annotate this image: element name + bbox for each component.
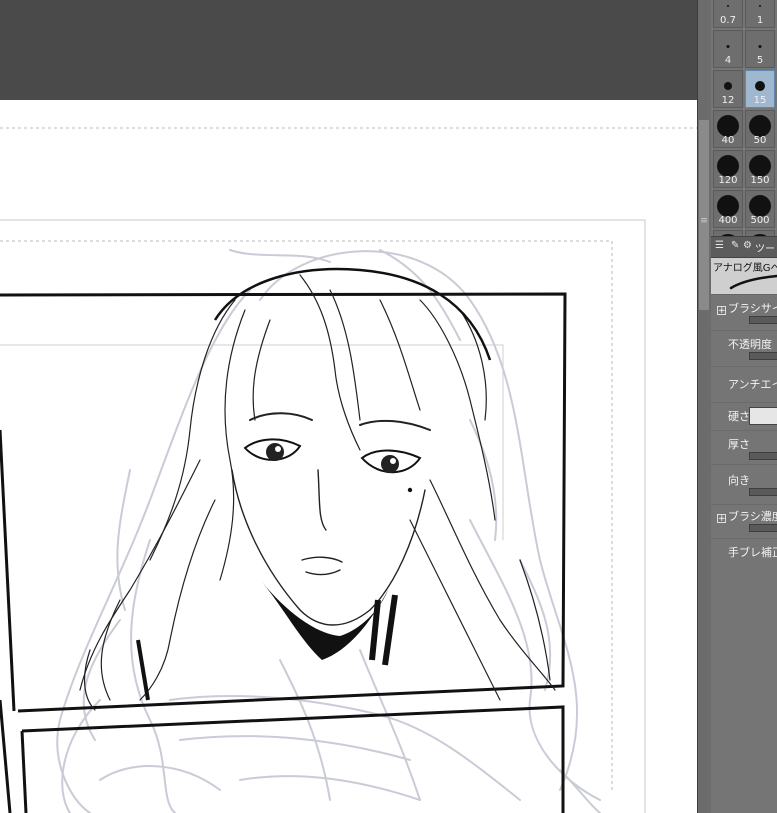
gear-icon[interactable]: ⚙ <box>743 240 752 251</box>
vertical-scrollbar[interactable]: ≡ <box>697 0 711 813</box>
brush-size-label: 1 <box>756 15 764 26</box>
prop-label: ブラシサイズ <box>728 302 777 315</box>
panel-menu-icon[interactable]: ☰ <box>715 240 724 251</box>
brush-size-label: 5 <box>756 55 764 66</box>
prop-antialiasing[interactable]: アンチエイリアス <box>711 366 777 403</box>
bleed-guide <box>0 219 646 813</box>
brush-tip-icon <box>749 155 771 177</box>
prop-hardness[interactable]: 硬さ <box>711 402 777 431</box>
tool-property-tab-label[interactable]: ツー <box>755 240 775 255</box>
manga-page[interactable] <box>0 100 697 813</box>
prop-thickness[interactable]: 厚さ <box>711 430 777 465</box>
hardness-field[interactable] <box>749 407 777 425</box>
scrollbar-thumb[interactable] <box>699 120 709 310</box>
prop-label: 硬さ <box>728 410 750 423</box>
brush-tip-icon <box>717 155 739 177</box>
subtool-preview[interactable]: アナログ風Gペ <box>711 258 777 295</box>
brush-tip-icon <box>755 81 765 91</box>
prop-label: 不透明度 <box>728 338 772 351</box>
brush-size-cell[interactable]: 12 <box>713 70 743 108</box>
brush-size-cell[interactable]: 400 <box>713 190 743 228</box>
brush-size-label: 150 <box>750 175 770 186</box>
brush-size-label: 50 <box>753 135 767 146</box>
prop-brush-density[interactable]: + ブラシ濃度 <box>711 504 777 539</box>
inner-frame-guide <box>0 344 504 540</box>
brush-tip-icon <box>758 44 762 48</box>
brush-size-cell[interactable]: 1 <box>745 0 775 28</box>
direction-slider[interactable] <box>749 488 777 496</box>
brush-size-label: 40 <box>721 135 735 146</box>
panel-borders <box>0 292 567 813</box>
prop-label: 厚さ <box>728 438 750 451</box>
brush-tip-icon <box>717 115 739 137</box>
brush-size-label: 4 <box>724 55 732 66</box>
canvas-area[interactable] <box>0 0 697 813</box>
brush-tip-icon <box>724 82 732 90</box>
brush-tip-icon <box>726 44 730 48</box>
brush-size-cell[interactable]: 40 <box>713 110 743 148</box>
prop-opacity[interactable]: 不透明度 <box>711 330 777 367</box>
brush-density-slider[interactable] <box>749 524 777 532</box>
brush-size-label: 12 <box>721 95 735 106</box>
brush-tip-icon <box>717 195 739 217</box>
brush-size-cell[interactable]: 120 <box>713 150 743 188</box>
brush-size-label: 120 <box>718 175 738 186</box>
brush-size-cell[interactable]: 5 <box>745 30 775 68</box>
right-panel: 0.7 1 4 5 12 15 40 50 120 150 400 500 ☰ ✎ ⚙ ツー アナログ… <box>711 0 777 813</box>
hair-outline <box>213 267 492 361</box>
pen-tool-icon: ✎ <box>731 240 740 251</box>
brush-tip-icon <box>749 195 771 217</box>
brush-size-cell[interactable]: 500 <box>745 190 775 228</box>
eyes <box>243 438 422 493</box>
prop-label: ブラシ濃度 <box>728 510 777 523</box>
prop-stabilization[interactable]: 手ブレ補正 <box>711 538 777 568</box>
prop-direction[interactable]: 向き <box>711 464 777 505</box>
artwork[interactable] <box>0 100 697 813</box>
neck-shadow <box>262 582 388 660</box>
brush-size-cell[interactable]: 0.7 <box>713 0 743 28</box>
prop-label: アンチエイリアス <box>728 378 777 391</box>
prop-brush-size[interactable]: + ブラシサイズ <box>711 296 777 331</box>
brush-size-cell[interactable]: 50 <box>745 110 775 148</box>
prop-label: 向き <box>728 474 750 487</box>
brush-size-cell[interactable]: 4 <box>713 30 743 68</box>
brush-size-label: 15 <box>753 95 767 106</box>
prop-label: 手ブレ補正 <box>728 546 777 559</box>
brush-size-slider[interactable] <box>749 316 777 324</box>
brush-size-label: 0.7 <box>720 15 736 26</box>
brush-size-cell[interactable]: 15 <box>745 70 775 108</box>
stroke-preview <box>729 274 777 290</box>
brush-tip-icon <box>727 5 729 7</box>
expand-icon[interactable]: + <box>717 306 726 316</box>
brush-tip-icon <box>749 115 771 137</box>
brush-size-label: 400 <box>718 215 738 226</box>
brush-tip-icon <box>759 5 761 7</box>
splitter-grip-icon[interactable]: ≡ <box>699 216 709 226</box>
brush-size-cell[interactable]: 150 <box>745 150 775 188</box>
brush-size-label: 500 <box>750 215 770 226</box>
expand-icon[interactable]: + <box>717 514 726 524</box>
thickness-slider[interactable] <box>749 452 777 460</box>
tool-property-tab-bar: ☰ ✎ ⚙ ツー <box>711 236 777 258</box>
opacity-slider[interactable] <box>749 352 777 360</box>
beauty-mark <box>407 487 413 493</box>
